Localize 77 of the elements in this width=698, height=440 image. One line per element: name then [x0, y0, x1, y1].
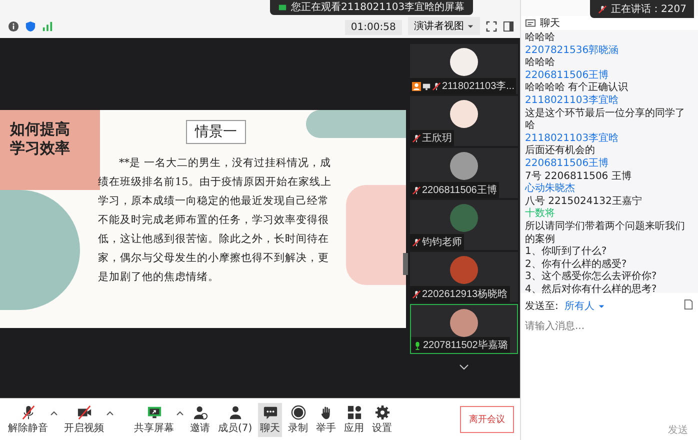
chat-icon	[525, 18, 536, 28]
view-mode-button[interactable]: 演讲者视图	[408, 17, 480, 35]
sender-name: 2206811506王博	[525, 70, 610, 82]
participant-tile[interactable]: 2207811502毕嘉璐	[410, 304, 518, 354]
apps-button[interactable]: 应用	[342, 402, 366, 436]
signal-icon[interactable]	[42, 21, 53, 32]
chat-message: 2、你有什么样的感受?	[525, 258, 628, 270]
person-add-icon	[192, 404, 208, 420]
participant-tile[interactable]: 2118021103李...	[410, 44, 518, 94]
sender-name: 2118021103李宜晗	[525, 132, 620, 144]
chat-message: 7号 2206811506 王博	[525, 170, 632, 182]
caret-icon[interactable]	[50, 410, 58, 416]
monitor-icon	[146, 404, 162, 420]
camera-off-icon	[76, 404, 92, 420]
settings-button[interactable]: 设置	[370, 402, 394, 436]
file-icon[interactable]	[683, 299, 694, 310]
invite-button[interactable]: 邀请	[188, 402, 212, 436]
participant-name: 2202612913杨晓晗	[422, 288, 508, 301]
person-icon	[228, 404, 243, 420]
chat-message: 所以请同学们带着两个问题来听我们的案例	[525, 220, 686, 246]
chat-message: 哈哈哈	[525, 32, 556, 45]
chat-message: 3、这个感受你怎么去评价你?	[525, 271, 658, 284]
participant-name: 2118021103李...	[442, 80, 514, 93]
camera-button[interactable]: 开启视频	[62, 402, 106, 436]
hand-button[interactable]: 举手	[314, 402, 338, 436]
chat-message: 哈哈哈	[525, 57, 556, 70]
participant-tile[interactable]: 2202612913杨晓晗	[410, 252, 518, 302]
send-to-label: 发送至:	[525, 300, 558, 313]
caret-icon	[598, 304, 605, 309]
collapse-handle[interactable]	[403, 253, 408, 275]
chat-message: 哈哈哈哈 有个正确认识	[525, 82, 630, 94]
chat-title: 聊天	[540, 17, 560, 30]
participant-tile[interactable]: 钧钧老师	[410, 200, 518, 250]
info-icon[interactable]	[8, 21, 19, 32]
members-button[interactable]: 成员(7)	[216, 402, 254, 436]
participant-name: 钧钧老师	[422, 236, 462, 249]
participant-name: 2206811506王博	[422, 184, 497, 197]
shield-icon[interactable]	[25, 21, 36, 32]
chat-button[interactable]: 聊天	[258, 402, 282, 436]
sender-name: 2206811506王博	[525, 158, 610, 171]
muted-mic-icon	[598, 4, 607, 14]
participant-name: 2207811502毕嘉璐	[423, 338, 508, 352]
meeting-timer: 01:00:58	[344, 20, 402, 35]
participant-tile[interactable]: 2206811506王博	[410, 148, 518, 198]
sender-name: 2207821536郭晓涵	[525, 44, 620, 57]
speaking-text: 正在讲话：2207	[611, 2, 686, 16]
muted-mic-icon	[20, 404, 36, 420]
chat-message: 1、你听到了什么?	[525, 246, 608, 258]
chat-message: 后面还有机会的	[525, 145, 596, 158]
screen-icon	[278, 3, 287, 12]
record-button[interactable]: 录制	[286, 402, 310, 436]
sender-name: 2118021103李宜晗	[525, 94, 620, 108]
chat-bubble-icon	[262, 404, 278, 420]
banner-text: 您正在观看2118021103李宜晗的屏幕	[291, 1, 465, 14]
chat-message: 4、然后对你有什么样的思考?	[525, 284, 658, 296]
mic-button[interactable]: 解除静音	[6, 402, 50, 436]
fullscreen-icon[interactable]	[486, 21, 497, 32]
recipient-dropdown[interactable]: 所有人	[564, 299, 605, 313]
participant-tile[interactable]: 王欣玥	[410, 96, 518, 146]
share-button[interactable]: 共享屏幕	[132, 402, 176, 436]
settings-icon	[374, 404, 390, 420]
sender-name: 心动朱晓杰	[525, 183, 576, 196]
leave-meeting-button[interactable]: 离开会议	[460, 406, 514, 433]
apps-grid-icon	[346, 404, 362, 420]
participant-name: 王欣玥	[422, 132, 452, 145]
chat-message: 八号 2215024132王嘉宁	[525, 196, 643, 208]
chat-message: 这是这个环节最后一位分享的同学了哈	[525, 108, 686, 132]
slide-heading: 情景一	[186, 120, 246, 144]
chevron-down-icon[interactable]	[459, 364, 469, 370]
slide-title: 如何提高学习效率	[10, 120, 71, 158]
caret-icon[interactable]	[176, 410, 184, 416]
caret-icon	[467, 24, 474, 29]
record-icon	[290, 404, 306, 420]
slide-paragraph: **是 一名大二的男生，没有过挂科情况，成绩在班级排名前15。由于疫情原因开始在家线上学习，原本成绩一向稳定的他最近发现自己经常不能及时完成老师布置的任务，学习效率变得很低，这让他感到很苦恼。除此之外，长时间待在家，偶尔与父母发生的小摩擦也得不到解决，更是加剧了他的焦虑情绪。	[98, 156, 332, 285]
panel-icon[interactable]	[503, 21, 514, 32]
caret-icon[interactable]	[106, 410, 114, 416]
sender-name: 十数将	[525, 208, 556, 220]
